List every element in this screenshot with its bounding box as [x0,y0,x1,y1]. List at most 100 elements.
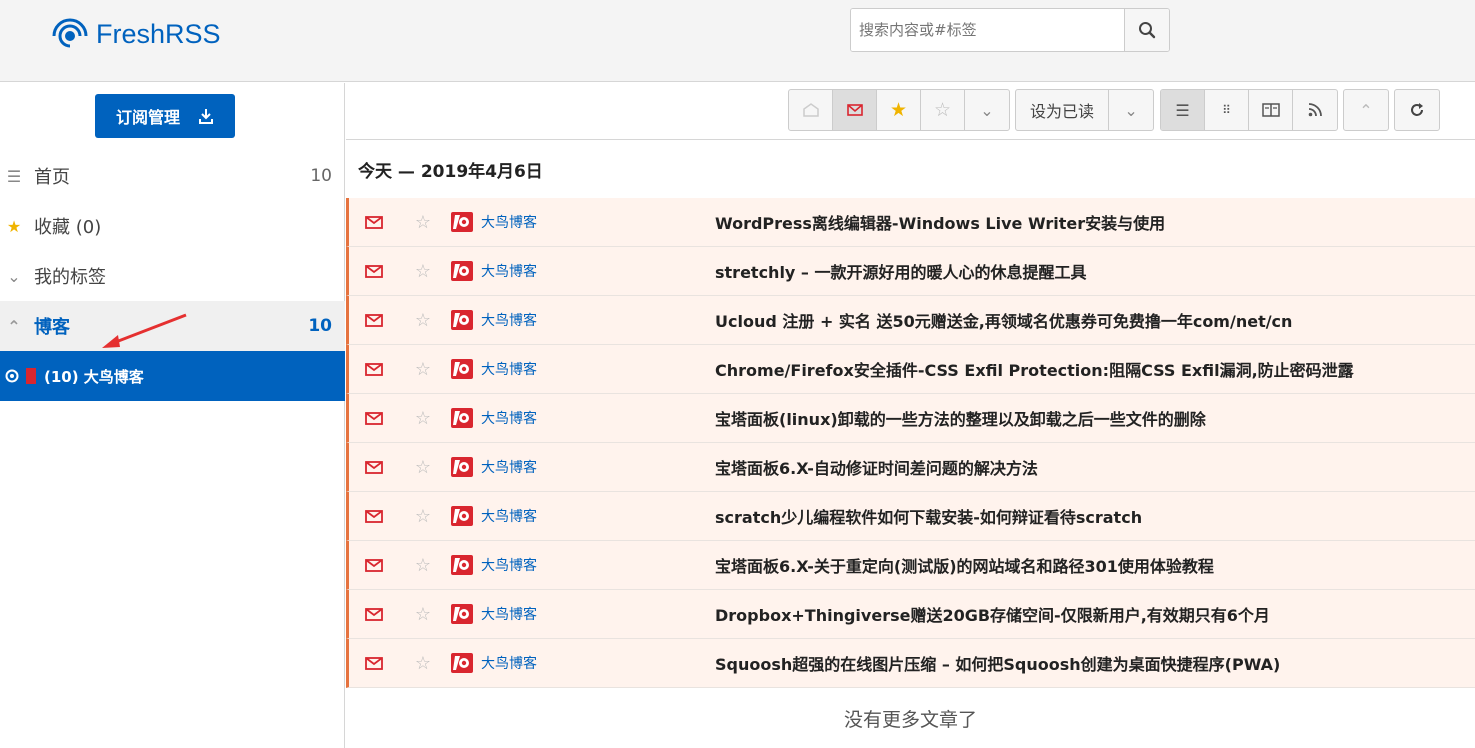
reader-view-button[interactable] [1249,90,1293,130]
mark-read-toggle[interactable] [349,509,399,523]
favorite-toggle[interactable]: ☆ [399,310,447,331]
article-row[interactable]: ☆ 大鸟博客 scratch少儿编程软件如何下载安装-如何辩证看待scratch [346,492,1475,541]
article-title[interactable]: WordPress离线编辑器-Windows Live Writer安装与使用 [715,210,1165,234]
mark-read-toggle[interactable] [349,558,399,572]
article-row[interactable]: ☆ 大鸟博客 Chrome/Firefox安全插件-CSS Exfil Protec… [346,345,1475,394]
sidebar-item-home[interactable]: ☰ 首页 10 [0,151,345,201]
article-feed-name[interactable]: 大鸟博客 [481,604,691,624]
envelope-icon [365,313,383,327]
article-feed-name[interactable]: 大鸟博客 [481,261,691,281]
favorite-toggle[interactable]: ☆ [399,653,447,674]
article-feed-name[interactable]: 大鸟博客 [481,359,691,379]
mark-read-dropdown-button[interactable]: ⌄ [1109,90,1153,130]
subscription-management-button[interactable]: 订阅管理 [95,94,235,138]
subscription-management-label: 订阅管理 [115,108,180,127]
article-row[interactable]: ☆ 大鸟博客 Ucloud 注册 + 实名 送50元赠送金,再领域名优惠券可免费撸一… [346,296,1475,345]
article-title[interactable]: stretchly – 一款开源好用的暖人心的休息提醒工具 [715,259,1087,283]
feed-favicon-icon [451,555,473,575]
chevron-down-icon: ⌄ [7,266,21,286]
article-feed-name[interactable]: 大鸟博客 [481,555,691,575]
star-icon: ★ [6,216,22,236]
article-feed-name[interactable]: 大鸟博客 [481,212,691,232]
list-icon: ☰ [6,166,22,186]
mark-read-button[interactable]: 设为已读 [1016,90,1110,130]
feed-favicon-icon [451,261,473,281]
favorite-toggle[interactable]: ☆ [399,408,447,429]
chevron-down-icon: ⌄ [1124,100,1138,120]
article-title[interactable]: 宝塔面板(linux)卸载的一些方法的整理以及卸载之后一些文件的删除 [715,406,1206,430]
envelope-icon [365,509,383,523]
envelope-icon [365,411,383,425]
star-outline-icon: ☆ [414,211,432,233]
rss-icon [1308,103,1322,117]
article-feed-name[interactable]: 大鸟博客 [481,506,691,526]
article-row[interactable]: ☆ 大鸟博客 宝塔面板6.X-自动修证时间差问题的解决方法 [346,443,1475,492]
article-title[interactable]: Dropbox+Thingiverse赠送20GB存储空间-仅限新用户,有效期只… [715,602,1270,626]
favorite-toggle[interactable]: ☆ [399,506,447,527]
filter-group: ★ ☆ ⌄ [788,89,1010,131]
mark-read-toggle[interactable] [349,411,399,425]
feed-favicon-icon [451,653,473,673]
mark-read-toggle[interactable] [349,313,399,327]
sidebar-item-label: 收藏 (0) [34,217,102,238]
article-feed-name[interactable]: 大鸟博客 [481,310,691,330]
mark-read-toggle[interactable] [349,460,399,474]
article-title[interactable]: scratch少儿编程软件如何下载安装-如何辩证看待scratch [715,504,1142,528]
article-row[interactable]: ☆ 大鸟博客 Squoosh超强的在线图片压缩 – 如何把Squoosh创建为桌面快… [346,639,1475,688]
article-row[interactable]: ☆ 大鸟博客 stretchly – 一款开源好用的暖人心的休息提醒工具 [346,247,1475,296]
chevron-up-icon: ⌃ [1359,100,1373,120]
main-content: ★ ☆ ⌄ 设为已读 ⌄ ☰ ⠿ ⌃ 今天 — 2019年4月6日 ☆ 大鸟博客… [346,83,1475,748]
mark-read-toggle[interactable] [349,656,399,670]
filter-unread-button[interactable] [833,90,877,130]
filter-read-button[interactable] [789,90,833,130]
sidebar-feed-item[interactable]: (10) 大鸟博客 [0,351,345,401]
feed-favicon-icon [451,506,473,526]
normal-view-button[interactable]: ☰ [1161,90,1205,130]
category-count: 10 [308,316,332,336]
search-input[interactable] [851,9,1124,51]
scroll-top-button[interactable]: ⌃ [1344,90,1388,130]
refresh-icon [1411,103,1423,116]
logo[interactable]: FreshRSS [50,12,221,56]
envelope-icon [365,215,383,229]
filter-starred-button[interactable]: ★ [877,90,921,130]
article-feed-name[interactable]: 大鸟博客 [481,408,691,428]
envelope-icon [365,558,383,572]
mark-read-toggle[interactable] [349,215,399,229]
article-title[interactable]: 宝塔面板6.X-自动修证时间差问题的解决方法 [715,455,1038,479]
article-title[interactable]: Chrome/Firefox安全插件-CSS Exfil Protection:… [715,357,1354,381]
gear-icon[interactable] [4,368,20,384]
mark-read-toggle[interactable] [349,264,399,278]
favorite-toggle[interactable]: ☆ [399,555,447,576]
grid-view-button[interactable]: ⠿ [1205,90,1249,130]
feed-label: (10) 大鸟博客 [44,367,144,386]
article-row[interactable]: ☆ 大鸟博客 宝塔面板6.X-关于重定向(测试版)的网站域名和路径301使用体验教程 [346,541,1475,590]
article-title[interactable]: 宝塔面板6.X-关于重定向(测试版)的网站域名和路径301使用体验教程 [715,553,1214,577]
article-row[interactable]: ☆ 大鸟博客 WordPress离线编辑器-Windows Live Writer安… [346,198,1475,247]
filter-dropdown-button[interactable]: ⌄ [965,90,1009,130]
sidebar-item-tags[interactable]: ⌄ 我的标签 [0,251,345,301]
favorite-toggle[interactable]: ☆ [399,359,447,380]
article-row[interactable]: ☆ 大鸟博客 宝塔面板(linux)卸载的一些方法的整理以及卸载之后一些文件的删除 [346,394,1475,443]
refresh-button[interactable] [1395,90,1439,130]
search-button[interactable] [1124,9,1169,51]
search-box [850,8,1170,52]
favorite-toggle[interactable]: ☆ [399,261,447,282]
sidebar: 订阅管理 ☰ 首页 10 ★ 收藏 (0) ⌄ 我的标签 ⌃ 博客 10 (10… [0,83,345,748]
favorite-toggle[interactable]: ☆ [399,457,447,478]
mark-read-toggle[interactable] [349,607,399,621]
article-list: ☆ 大鸟博客 WordPress离线编辑器-Windows Live Writer安… [346,198,1475,688]
star-outline-icon: ☆ [414,456,432,478]
article-row[interactable]: ☆ 大鸟博客 Dropbox+Thingiverse赠送20GB存储空间-仅限新用户… [346,590,1475,639]
favorite-toggle[interactable]: ☆ [399,604,447,625]
article-title[interactable]: Ucloud 注册 + 实名 送50元赠送金,再领域名优惠券可免费撸一年com/… [715,308,1292,332]
article-feed-name[interactable]: 大鸟博客 [481,653,691,673]
article-feed-name[interactable]: 大鸟博客 [481,457,691,477]
favorite-toggle[interactable]: ☆ [399,212,447,233]
sidebar-item-favorites[interactable]: ★ 收藏 (0) [0,201,345,251]
filter-unstarred-button[interactable]: ☆ [921,90,965,130]
article-title[interactable]: Squoosh超强的在线图片压缩 – 如何把Squoosh创建为桌面快捷程序(P… [715,651,1280,675]
mark-read-toggle[interactable] [349,362,399,376]
star-outline-icon: ☆ [414,358,432,380]
rss-view-button[interactable] [1293,90,1337,130]
